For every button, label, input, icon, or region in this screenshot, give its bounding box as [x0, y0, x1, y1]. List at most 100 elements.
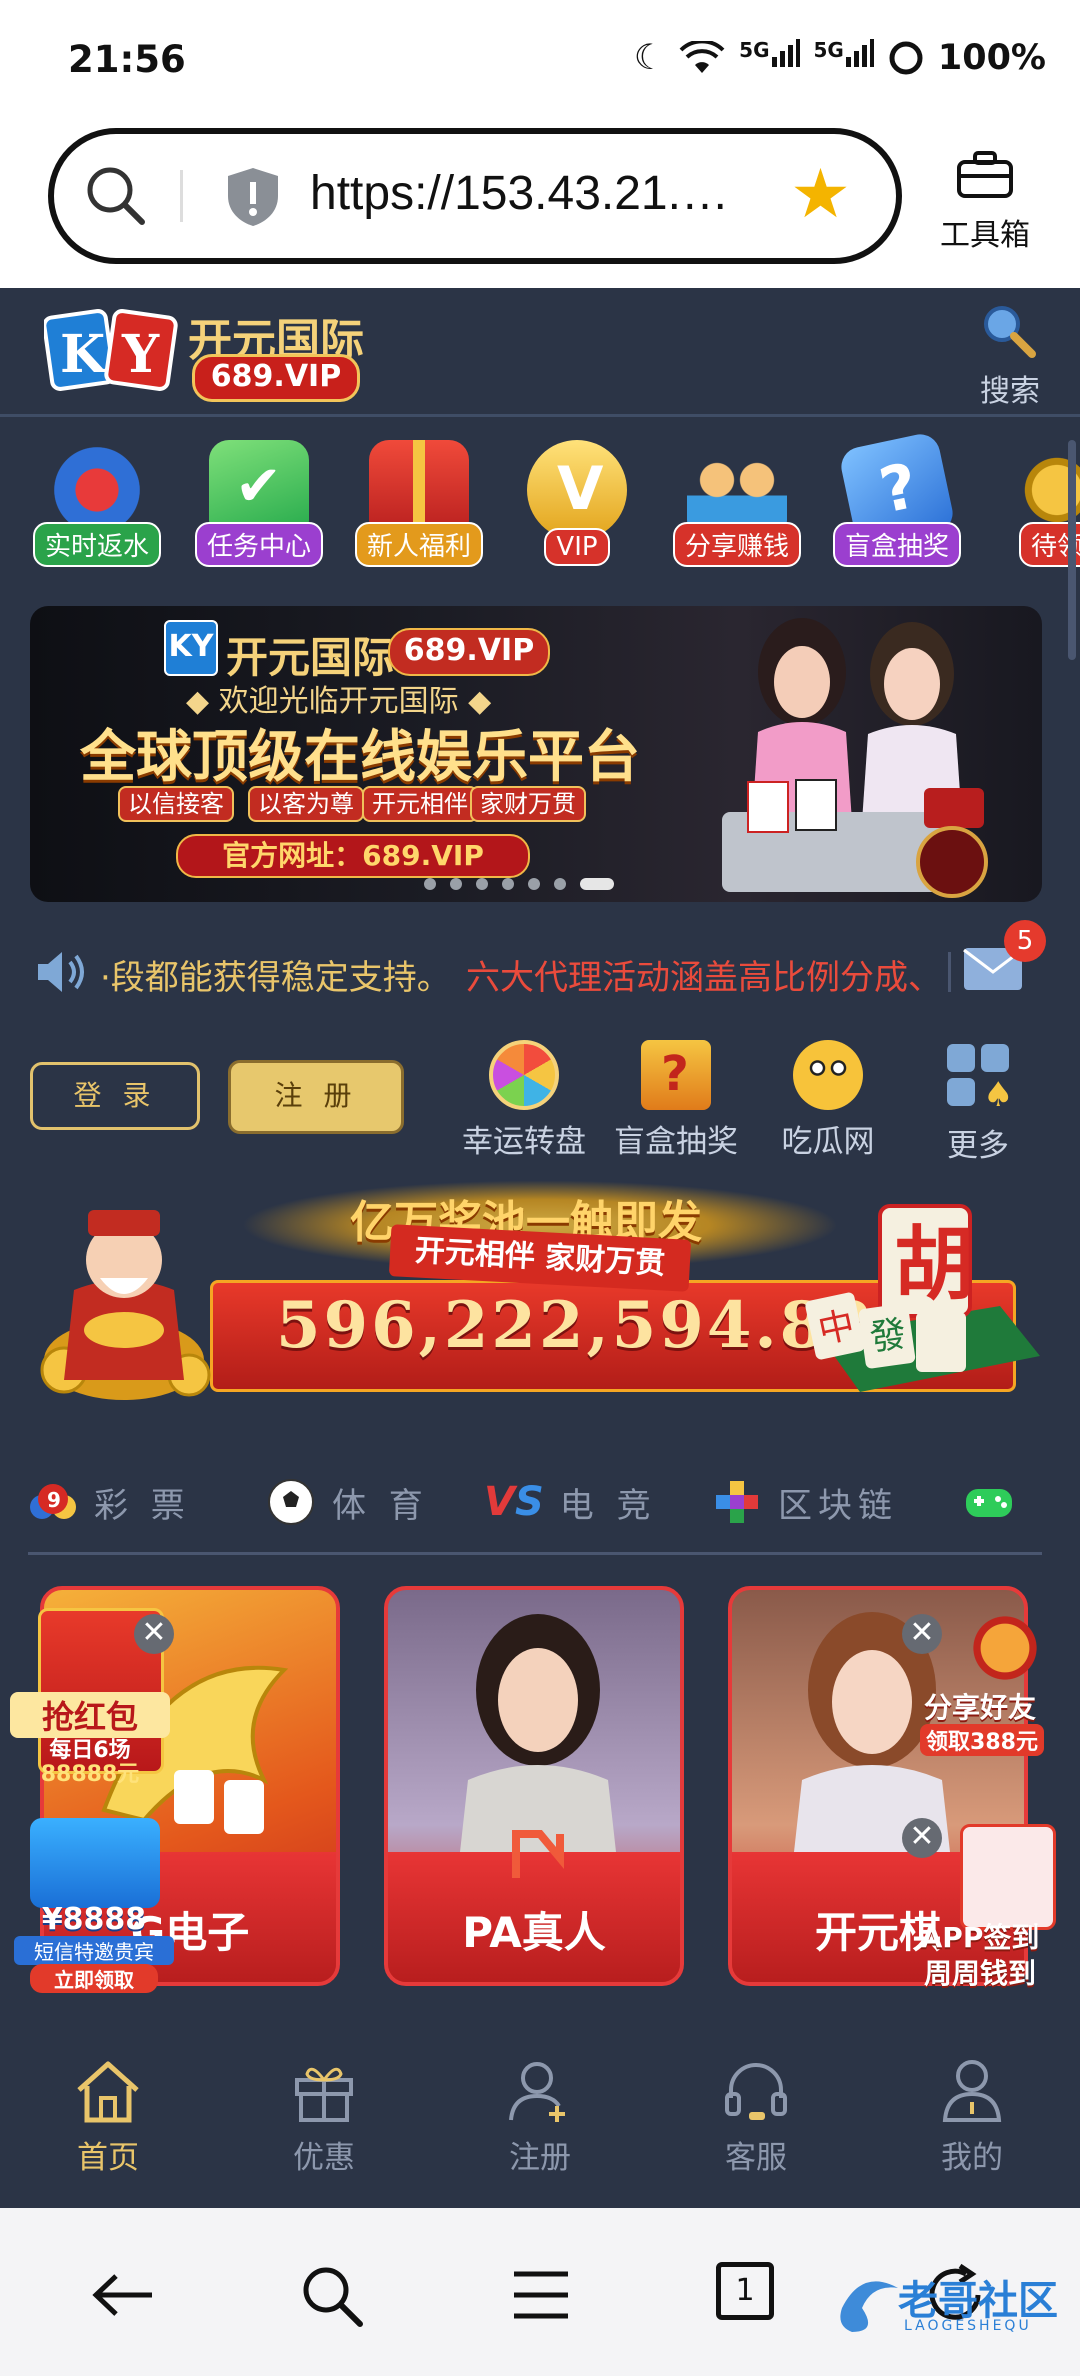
quick-item-share[interactable]: 分享赚钱	[672, 440, 802, 567]
carousel-dot[interactable]	[424, 878, 436, 890]
brand-vip-badge[interactable]: 689.VIP	[192, 354, 360, 402]
quick-item-label: 实时返水	[32, 522, 161, 567]
tool-label: 更多	[947, 1128, 1009, 1164]
sms-vip-float[interactable]: ¥8888 短信特邀贵宾 立即领取	[10, 1818, 180, 1993]
gift-icon	[295, 2067, 353, 2122]
search-label[interactable]: 搜索	[980, 366, 1040, 410]
mail-count-badge: 5	[1004, 920, 1046, 962]
url-text[interactable]: https://153.43.21.…	[310, 166, 729, 221]
carousel-dot[interactable]	[554, 878, 566, 890]
shield-warning-icon[interactable]	[224, 166, 282, 228]
redpacket-line2: 88888元	[40, 1762, 140, 1787]
quick-item-pending[interactable]: 待领	[992, 440, 1080, 580]
search-icon[interactable]	[978, 300, 1038, 360]
signal-1-icon: 5G	[739, 38, 800, 78]
tab-blockchain[interactable]: 区块链	[712, 1474, 898, 1530]
battery-level: 100%	[937, 38, 1046, 78]
quick-item-tasks[interactable]: ✔ 任务中心	[194, 440, 324, 567]
banner-headline: 全球顶级在线娱乐平台	[80, 725, 640, 790]
tool-blind-box[interactable]: ? 盲盒抽奖	[606, 1040, 746, 1161]
banner-models-image	[722, 618, 988, 898]
speaker-icon	[38, 952, 84, 992]
sign-title: APP签到	[920, 1921, 1040, 1954]
megaphone-icon	[30, 1818, 160, 1908]
close-signin-button[interactable]: ✕	[902, 1818, 942, 1858]
carousel-dot[interactable]	[476, 878, 488, 890]
quick-item-newbie[interactable]: 新人福利	[354, 440, 484, 567]
tool-label: 幸运转盘	[462, 1124, 586, 1160]
net-type-1: 5G	[739, 38, 770, 62]
tool-lucky-wheel[interactable]: 幸运转盘	[454, 1040, 594, 1161]
watermark-logo-icon	[840, 2281, 898, 2332]
share-sub: 领取388元	[920, 1724, 1044, 1756]
sms-amount: ¥8888	[41, 1902, 147, 1937]
nav-home[interactable]: 首页	[38, 2058, 178, 2177]
carousel-dot[interactable]	[528, 878, 540, 890]
back-arrow-icon[interactable]	[88, 2260, 158, 2330]
quick-item-label: 盲盒抽奖	[832, 522, 961, 567]
search-icon[interactable]	[296, 2260, 366, 2330]
carousel-dot[interactable]	[502, 878, 514, 890]
watermark: 老哥社区 LAOGESHEQU	[832, 2264, 1068, 2344]
marquee-text: 六大代理活动涵盖高比例分成、	[466, 958, 942, 998]
tab-sports[interactable]: 体 育	[266, 1474, 429, 1530]
scrollbar[interactable]	[1068, 440, 1076, 660]
announcement-marquee[interactable]: ·段都能获得稳定支持。 六大代理活动涵盖高比例分成、	[100, 940, 946, 1000]
menu-icon[interactable]	[506, 2260, 576, 2330]
lottery-ball-icon: 9	[30, 1484, 76, 1519]
register-button[interactable]: 注 册	[228, 1060, 404, 1134]
quick-item-vip[interactable]: V VIP	[512, 440, 642, 566]
tool-more[interactable]: ♠ 更多	[908, 1040, 1048, 1165]
bookmark-star-icon[interactable]: ★	[790, 160, 851, 230]
tab-lottery[interactable]: 9 彩 票	[28, 1474, 191, 1530]
tiger-icon	[960, 1608, 1050, 1688]
nav-profile[interactable]: 我的	[902, 2058, 1042, 2177]
quick-item-blindbox[interactable]: ? 盲盒抽奖	[832, 430, 962, 567]
tab-label: 电 竞	[559, 1485, 657, 1526]
banner-tag: 以客为尊	[248, 786, 364, 822]
tab-esports[interactable]: VS 电 竞	[484, 1474, 657, 1530]
mahjong-tiles-icon: 胡 中 發	[805, 1204, 1040, 1392]
nav-label: 客服	[725, 2140, 787, 2176]
ky-logo-icon[interactable]: K Y	[44, 300, 178, 400]
nav-promotions[interactable]: 优惠	[254, 2058, 394, 2177]
tool-gossip[interactable]: 吃瓜网	[758, 1040, 898, 1161]
nav-label: 注册	[509, 2140, 571, 2176]
quick-item-rebate[interactable]: 实时返水	[32, 440, 162, 567]
nav-support[interactable]: 客服	[686, 2058, 826, 2177]
tabs-count-button[interactable]: 1	[716, 2262, 774, 2320]
carousel-dot[interactable]	[450, 878, 462, 890]
svg-text:9: 9	[47, 1488, 67, 1512]
add-user-icon	[509, 2062, 565, 2122]
signal-2-icon: 5G	[814, 38, 874, 78]
game-card-pa[interactable]: PA真人	[384, 1586, 684, 1986]
tab-label: 体 育	[332, 1485, 429, 1526]
marquee-divider	[948, 952, 951, 992]
nav-label: 优惠	[293, 2140, 355, 2176]
login-button[interactable]: 登 录	[30, 1062, 200, 1130]
blockchain-cubes-icon	[716, 1481, 758, 1523]
address-divider	[180, 170, 183, 222]
carousel-dots[interactable]	[424, 878, 614, 890]
tab-games[interactable]	[964, 1474, 1014, 1530]
wifi-icon	[679, 41, 725, 73]
game-card-label: PA真人	[462, 1908, 606, 1957]
sms-cta: 立即领取	[30, 1964, 158, 1993]
search-icon[interactable]	[80, 160, 150, 230]
toolbox-icon[interactable]	[955, 150, 1015, 200]
quick-item-label: VIP	[544, 528, 610, 566]
carousel-dot-active[interactable]	[580, 878, 614, 890]
nav-register[interactable]: 注册	[470, 2058, 610, 2177]
tab-label: 彩 票	[94, 1485, 191, 1526]
sms-line1: 短信特邀贵宾	[14, 1936, 174, 1965]
close-share-button[interactable]: ✕	[902, 1614, 942, 1654]
gamepad-icon	[966, 1489, 1012, 1517]
toolbox-label[interactable]: 工具箱	[940, 210, 1030, 254]
quick-item-label: 新人福利	[354, 522, 483, 567]
nav-label: 首页	[77, 2140, 139, 2176]
share-title: 分享好友	[923, 1691, 1036, 1724]
watermark-sub: LAOGESHEQU	[904, 2318, 1032, 2334]
close-redpacket-button[interactable]: ✕	[134, 1614, 174, 1654]
home-icon	[77, 2061, 139, 2123]
vs-icon: VS	[484, 1479, 544, 1525]
